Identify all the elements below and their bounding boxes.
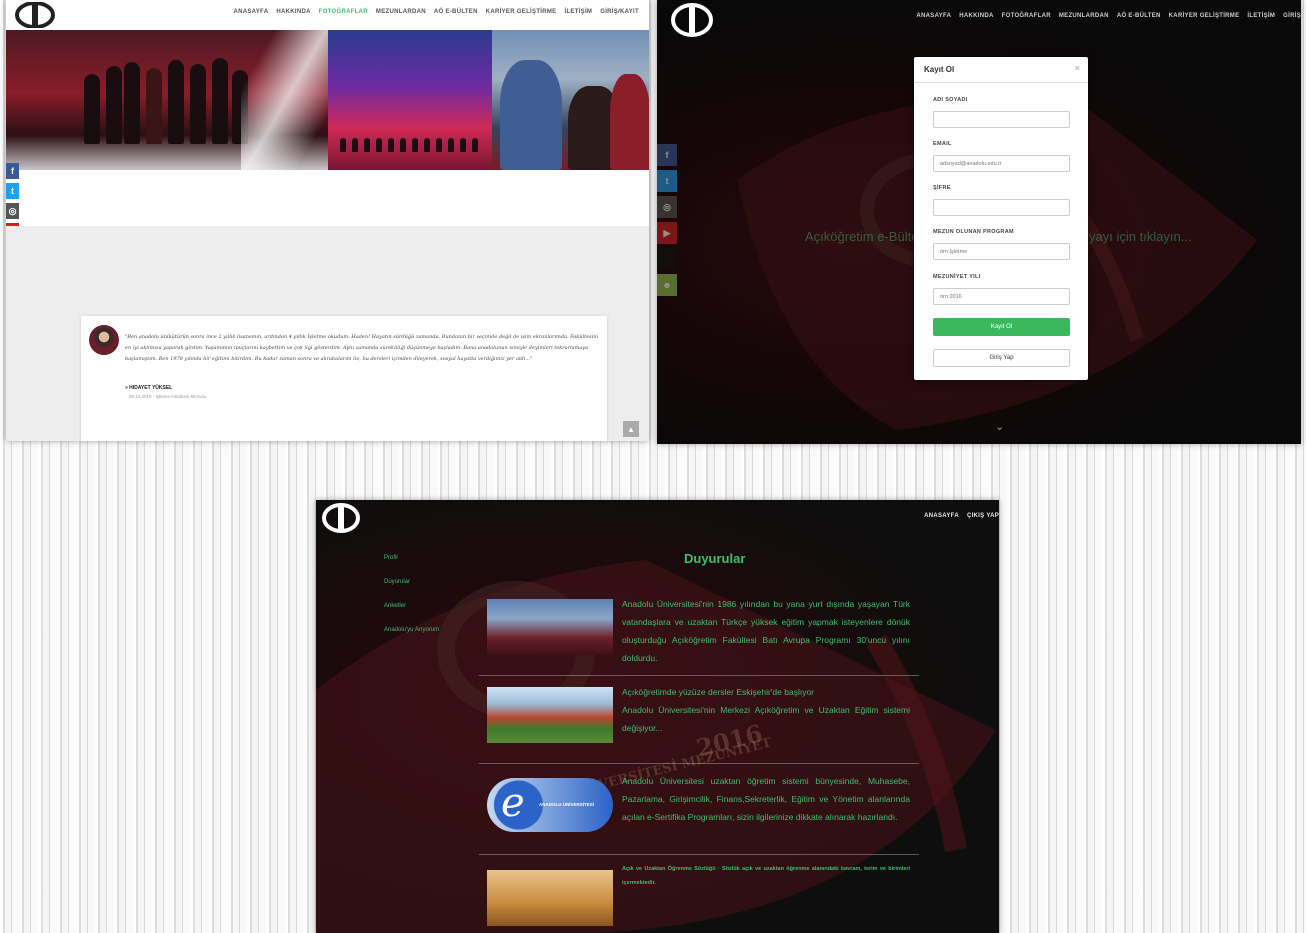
grad-year-field[interactable]	[933, 288, 1070, 305]
nav-item-hakkinda[interactable]: HAKKINDA	[276, 9, 310, 15]
page-title: Duyurular	[684, 551, 746, 566]
side-menu-profil[interactable]: Profil	[384, 555, 439, 561]
nav-item-ebulten[interactable]: AÖ E-BÜLTEN	[434, 9, 478, 15]
program-label: MEZUN OLUNAN PROGRAM	[933, 229, 1014, 235]
news-thumbnail[interactable]	[487, 687, 613, 743]
instagram-icon[interactable]: ◎	[6, 203, 19, 219]
nav-item-giris[interactable]: GİRİŞ	[1283, 13, 1301, 19]
nav-item-iletisim[interactable]: İLETİŞİM	[565, 9, 593, 15]
nav-item-kariyer[interactable]: KARİYER GELİŞTİRME	[1169, 13, 1240, 19]
nav-item-cikis[interactable]: ÇIKIŞ YAP	[967, 513, 999, 519]
nav-item-iletisim[interactable]: İLETİŞİM	[1247, 13, 1275, 19]
chevron-down-icon[interactable]: ⌄	[995, 420, 1004, 433]
register-button[interactable]: Kayıt Ol	[933, 318, 1070, 336]
graduates-portrait-photo[interactable]	[492, 30, 649, 170]
avatar	[89, 325, 119, 355]
modal-title: Kayıt Ol	[924, 65, 955, 74]
apple-icon[interactable]	[657, 248, 677, 270]
testimonial-author[interactable]: » HIDAYET YÜKSEL	[125, 385, 172, 391]
nav-item-hakkinda[interactable]: HAKKINDA	[959, 13, 993, 19]
side-menu-duyurular[interactable]: Duyurular	[384, 579, 439, 585]
nav-item-mezunlardan[interactable]: MEZUNLARDAN	[376, 9, 426, 15]
testimonial-card: "Ben anadolu ünikütürün sonra ince 2 yıl…	[81, 316, 607, 441]
nav-item-kariyer[interactable]: KARİYER GELİŞTİRME	[486, 9, 557, 15]
top-nav: ANASAYFA ÇIKIŞ YAP	[924, 513, 999, 519]
screenshot-announcements: 2016 ANADOLU ÜNİVERSİTESİ MEZUNİYET TÖRE…	[316, 500, 999, 933]
news-text[interactable]: Anadolu Üniversitesi'nin 1986 yılından b…	[622, 595, 910, 667]
register-modal: Kayıt Ol × ADI SOYADI EMAIL ŞİFRE MEZUN …	[914, 57, 1088, 380]
university-logo[interactable]	[14, 2, 56, 28]
news-text[interactable]: Açık ve Uzaktan Öğrenme Sözlüğü · Sözlük…	[622, 862, 910, 890]
divider	[479, 763, 919, 764]
nav-item-anasayfa[interactable]: ANASAYFA	[916, 13, 951, 19]
grad-year-label: MEZUNİYET YILI	[933, 274, 981, 280]
photo-banner	[6, 30, 649, 170]
nav-item-fotograflar[interactable]: FOTOĞRAFLAR	[319, 9, 368, 15]
screenshot-register-modal: ANASAYFA HAKKINDA FOTOĞRAFLAR MEZUNLARDA…	[657, 0, 1301, 444]
name-field[interactable]	[933, 111, 1070, 128]
divider	[479, 854, 919, 855]
facebook-icon[interactable]: f	[657, 144, 677, 166]
back-to-top-button[interactable]: ▲	[623, 421, 639, 437]
testimonial-quote: "Ben anadolu ünikütürün sonra ince 2 yıl…	[125, 334, 599, 362]
nav-item-anasayfa[interactable]: ANASAYFA	[924, 513, 959, 519]
side-menu-anketler[interactable]: Anketler	[384, 603, 439, 609]
twitter-icon[interactable]: t	[657, 170, 677, 192]
nav-item-giris-kayit[interactable]: GİRİŞ/KAYIT	[600, 9, 639, 15]
e-certificate-logo[interactable]: e ANADOLU ÜNİVERSİTESİ	[487, 778, 613, 832]
university-logo[interactable]	[669, 2, 715, 38]
social-bar: f t ◎ ▶ ☻	[657, 144, 677, 296]
email-label: EMAIL	[933, 141, 952, 147]
screenshot-photos-page: ANASAYFA HAKKINDA FOTOĞRAFLAR MEZUNLARDA…	[6, 0, 649, 441]
divider	[479, 675, 919, 676]
side-menu-ariyorum[interactable]: Anadolu'yu Arıyorum	[384, 627, 439, 633]
news-thumbnail[interactable]	[487, 870, 613, 926]
news-text[interactable]: Açıköğretimde yüzüze dersler Eskişehir'd…	[622, 683, 910, 737]
password-label: ŞİFRE	[933, 185, 951, 191]
news-text[interactable]: Anadolu Üniversitesi uzaktan öğretim sis…	[622, 772, 910, 826]
e-certificate-label: ANADOLU ÜNİVERSİTESİ	[539, 802, 595, 807]
ebulten-link-right[interactable]: yayı için tıklayın...	[1089, 229, 1192, 244]
testimonial-meta: 20.10.2015 · İşletme Fakültesi Mezunu	[129, 394, 207, 399]
android-icon[interactable]: ☻	[657, 274, 677, 296]
instagram-icon[interactable]: ◎	[657, 196, 677, 218]
nav-item-mezunlardan[interactable]: MEZUNLARDAN	[1059, 13, 1109, 19]
program-field[interactable]	[933, 243, 1070, 260]
nav-item-fotograflar[interactable]: FOTOĞRAFLAR	[1002, 13, 1051, 19]
ceremony-stage-photo[interactable]	[328, 30, 492, 170]
ebulten-link-left[interactable]: Açıköğretim e-Bülten	[805, 229, 926, 244]
news-thumbnail[interactable]	[487, 599, 613, 655]
youtube-icon[interactable]: ▶	[657, 222, 677, 244]
nav-item-anasayfa[interactable]: ANASAYFA	[233, 9, 268, 15]
graduation-walk-photo[interactable]	[6, 30, 331, 170]
modal-header: Kayıt Ol ×	[914, 57, 1088, 83]
nav-item-ebulten[interactable]: AÖ E-BÜLTEN	[1117, 13, 1161, 19]
e-letter: e	[501, 780, 525, 826]
login-button[interactable]: Giriş Yap	[933, 349, 1070, 367]
name-label: ADI SOYADI	[933, 97, 968, 103]
side-menu: Profil Duyurular Anketler Anadolu'yu Arı…	[384, 555, 439, 633]
top-nav: ANASAYFA HAKKINDA FOTOĞRAFLAR MEZUNLARDA…	[916, 13, 1301, 19]
facebook-icon[interactable]: f	[6, 163, 19, 179]
university-logo[interactable]	[320, 502, 362, 534]
password-field[interactable]	[933, 199, 1070, 216]
twitter-icon[interactable]: t	[6, 183, 19, 199]
top-nav: ANASAYFA HAKKINDA FOTOĞRAFLAR MEZUNLARDA…	[233, 9, 639, 15]
email-field[interactable]	[933, 155, 1070, 172]
close-icon[interactable]: ×	[1075, 63, 1080, 73]
